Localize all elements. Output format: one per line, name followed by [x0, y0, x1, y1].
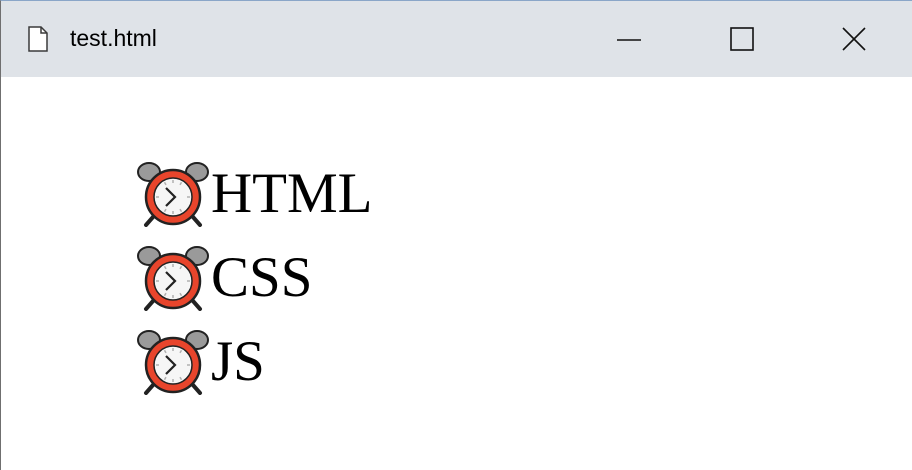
close-button[interactable]: [823, 19, 887, 59]
list-item-html: HTML: [135, 152, 372, 236]
page-content: HTML CSS JS: [1, 77, 912, 470]
maximize-button[interactable]: [710, 19, 774, 59]
window-title: test.html: [70, 25, 157, 51]
list-item-label: HTML: [211, 162, 373, 225]
item-list: HTML CSS JS: [135, 152, 372, 404]
list-item-label: CSS: [211, 246, 313, 309]
title-bar[interactable]: test.html: [1, 1, 912, 77]
alarm-clock-icon: [135, 245, 211, 311]
list-item-js: JS: [135, 320, 372, 404]
alarm-clock-icon: [135, 161, 211, 227]
minimize-button[interactable]: [597, 19, 661, 59]
browser-window: test.html HTML CSS JS: [0, 0, 912, 470]
document-icon: [28, 26, 48, 52]
list-item-label: JS: [211, 330, 265, 393]
alarm-clock-icon: [135, 329, 211, 395]
list-item-css: CSS: [135, 236, 372, 320]
